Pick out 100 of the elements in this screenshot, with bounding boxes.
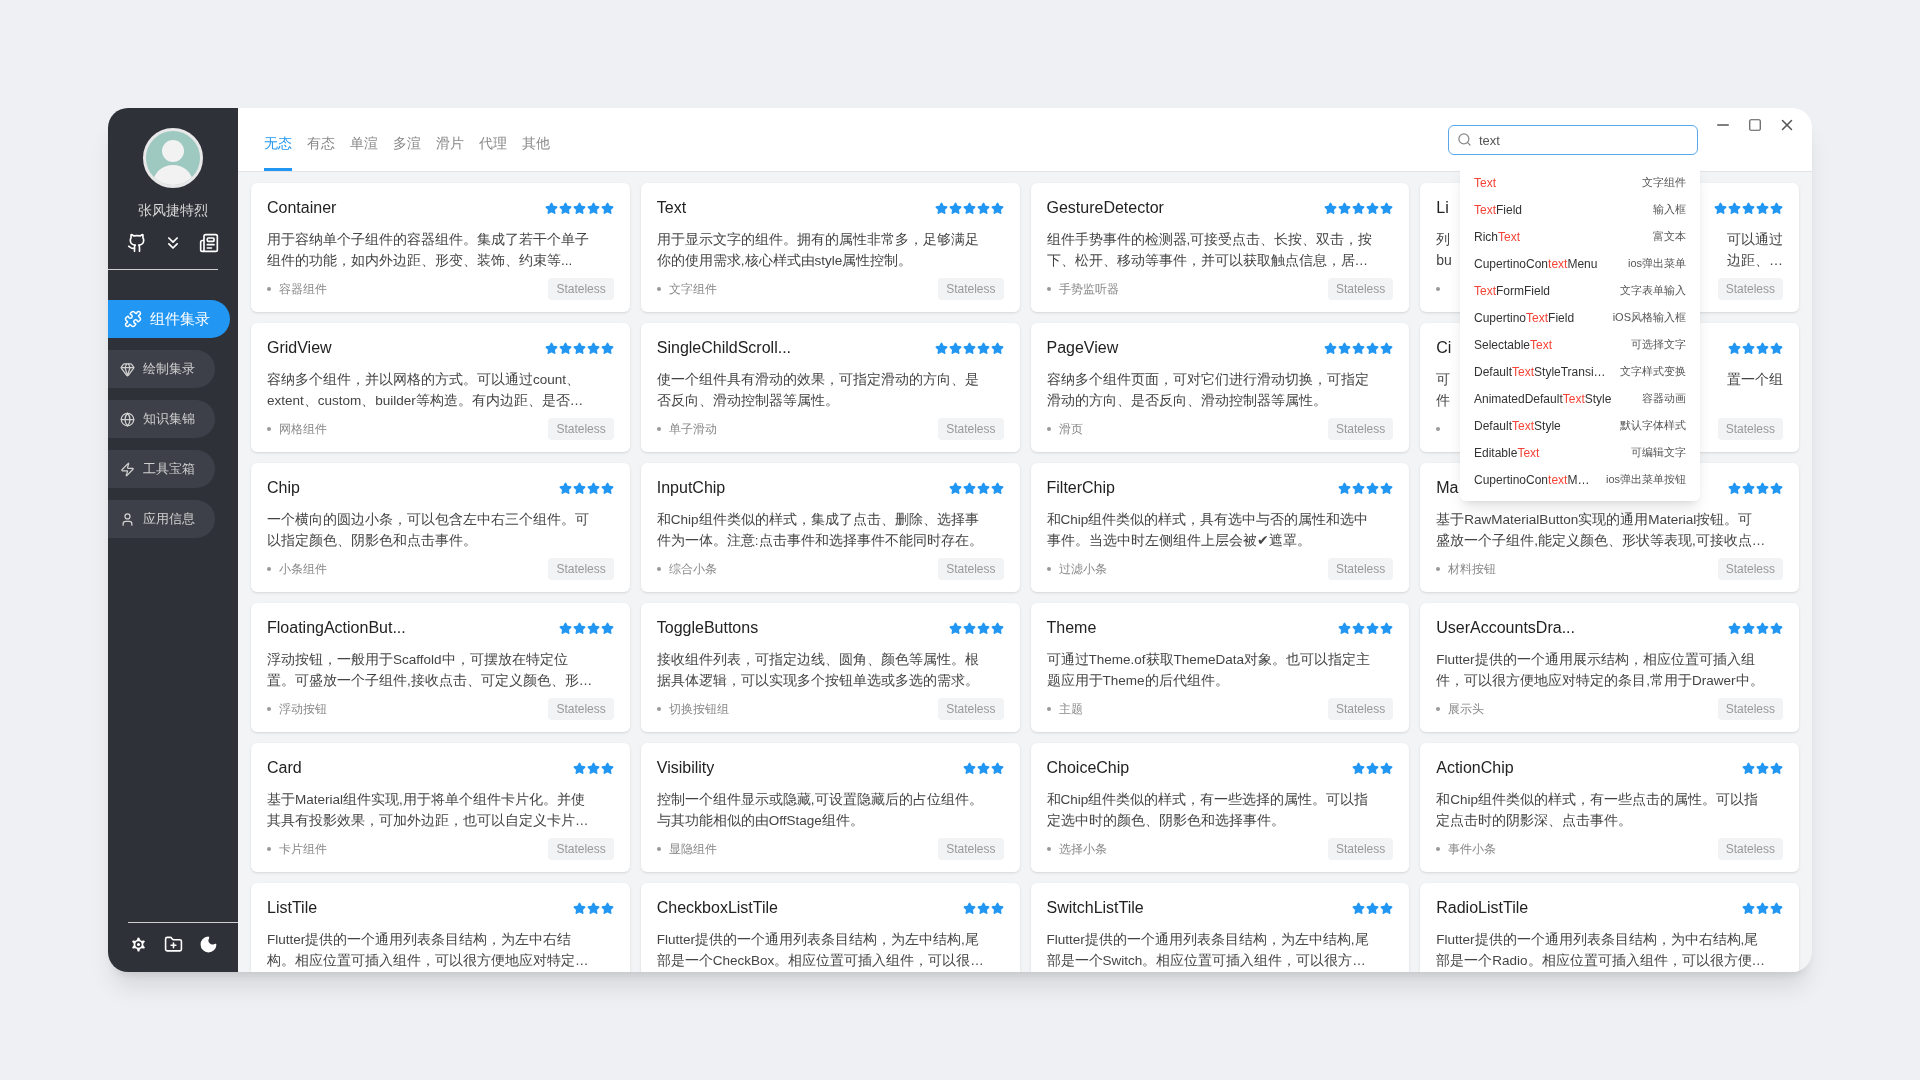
category-tag: 显隐组件 bbox=[668, 840, 717, 858]
widget-card[interactable]: Theme 可通过Theme.of获取ThemeData对象。也可以指定主 题应用于Theme的后代组件。 主题 Stateless bbox=[1030, 603, 1410, 732]
card-description: 置一个组 bbox=[1727, 370, 1783, 389]
widget-card[interactable]: UserAccountsDra... Flutter提供的一个通用展示结构，相应位置可插入组 件，可以很方便地应对特定的条目,常用于Drawer中。 展示头 Stateless bbox=[1420, 603, 1799, 732]
suggestion-item[interactable]: TextField 输入框 bbox=[1460, 196, 1700, 223]
stateless-badge: Stateless bbox=[548, 698, 614, 720]
star-icon bbox=[962, 761, 976, 775]
star-icon bbox=[962, 901, 976, 915]
star-icon bbox=[1770, 341, 1783, 355]
card-description: 你的使用需求,核心样式由style属性控制。 bbox=[656, 252, 914, 270]
category-tag: 展示头 bbox=[1448, 700, 1485, 718]
star-icon bbox=[976, 341, 990, 355]
star-icon bbox=[976, 761, 990, 775]
suggestion-item[interactable]: DefaultTextStyle 默认字体样式 bbox=[1460, 412, 1700, 439]
suggestion-description: 可选择文字 bbox=[1631, 337, 1686, 353]
category-tab[interactable]: 有态 bbox=[307, 133, 335, 171]
star-icon bbox=[1742, 201, 1755, 215]
widget-card[interactable]: ListTile Flutter提供的一个通用列表条目结构，为左中右结 构。相应位置可插入组件，可以很方便地应对特定… bbox=[251, 883, 630, 972]
category-tab[interactable]: 单渲 bbox=[350, 133, 378, 171]
widget-card[interactable]: Card 基于Material组件实现,用于将单个组件卡片化。并使 其具有投影效果，可加外边距，也可以自定义卡片… 卡片组件 Stateless bbox=[251, 743, 630, 872]
card-description: Flutter提供的一个通用列表条目结构，为左中结构,尾 bbox=[656, 931, 980, 949]
lightning-icon bbox=[120, 461, 135, 477]
suggestion-item[interactable]: CupertinoContextM… ios弹出菜单按钮 bbox=[1460, 466, 1700, 493]
suggestion-item[interactable]: TextFormField 文字表单输入 bbox=[1460, 277, 1700, 304]
stateless-badge: Stateless bbox=[1327, 278, 1394, 300]
card-description: 组件手势事件的检测器,可接受点击、长按、双击，按 bbox=[1046, 231, 1374, 249]
suggestion-description: 富文本 bbox=[1653, 229, 1686, 245]
star-icon bbox=[1380, 481, 1394, 495]
card-description: 基于Material组件实现,用于将单个组件卡片化。并使 bbox=[267, 791, 586, 809]
star-icon bbox=[976, 901, 990, 915]
suggestion-description: 文字表单输入 bbox=[1620, 283, 1686, 299]
star-icon bbox=[1380, 621, 1394, 635]
stateless-badge: Stateless bbox=[938, 698, 1004, 720]
suggestion-item[interactable]: AnimatedDefaultTextStyle 容器动画 bbox=[1460, 385, 1700, 412]
widget-card[interactable]: PageView 容纳多个组件页面，可对它们进行滑动切换，可指定 滑动的方向、是否反向、滑动控制器等属性。 滑页 Stateless bbox=[1030, 323, 1410, 452]
nav-item[interactable]: 工具宝箱 bbox=[108, 450, 215, 488]
star-icon bbox=[948, 621, 962, 635]
widget-card[interactable]: GridView 容纳多个组件，并以网格的方式。可以通过count、 extent、custom、builder等构造。有内边距、是否… 网格组件 Stateless bbox=[251, 323, 630, 452]
suggestion-item[interactable]: EditableText 可编辑文字 bbox=[1460, 439, 1700, 466]
suggestion-item[interactable]: Text 文字组件 bbox=[1460, 169, 1700, 196]
star-icon bbox=[600, 621, 614, 635]
nav-item[interactable]: 知识集锦 bbox=[108, 400, 215, 438]
star-icon bbox=[586, 621, 600, 635]
card-description: 使一个组件具有滑动的效果，可指定滑动的方向、是 bbox=[656, 371, 980, 389]
star-icon bbox=[1366, 481, 1380, 495]
card-description: 组件的功能，如内外边距、形变、装饰、约束等... bbox=[267, 252, 574, 270]
star-icon bbox=[1366, 341, 1380, 355]
moon-icon[interactable] bbox=[198, 935, 218, 954]
widget-card[interactable]: Container 用于容纳单个子组件的容器组件。集成了若干个单子 组件的功能，如内外边距、形变、装饰、约束等... 容器组件 Stateless bbox=[251, 183, 630, 312]
card-title: InputChip bbox=[656, 478, 726, 498]
widget-card[interactable]: SingleChildScroll... 使一个组件具有滑动的效果，可指定滑动的方向、是 否反向、滑动控制器等属性。 单子滑动 Stateless bbox=[640, 323, 1020, 452]
card-description: 和Chip组件类似的样式，有一些选择的属性。可以指 bbox=[1046, 791, 1370, 809]
search-field[interactable]: text bbox=[1448, 125, 1698, 155]
suggestion-item[interactable]: CupertinoTextField iOS风格输入框 bbox=[1460, 304, 1700, 331]
suggestion-item[interactable]: DefaultTextStyleTransi… 文字样式变换 bbox=[1460, 358, 1700, 385]
card-title: Ci bbox=[1436, 338, 1452, 358]
category-tag: 浮动按钮 bbox=[279, 700, 327, 718]
widget-card[interactable]: SwitchListTile Flutter提供的一个通用列表条目结构，为左中结构,尾 部是一个Switch。相应位置可插入组件，可以很方… bbox=[1030, 883, 1410, 972]
bullet-icon bbox=[1436, 847, 1441, 851]
card-description: 可以通过 bbox=[1727, 230, 1783, 249]
category-tab[interactable]: 多渲 bbox=[393, 133, 421, 171]
widget-card[interactable]: ToggleButtons 接收组件列表，可指定边线、圆角、颜色等属性。根 据具体逻辑，可以实现多个按钮单选或多选的需求。 切换按钮组 Stateless bbox=[640, 603, 1020, 732]
widget-card[interactable]: FilterChip 和Chip组件类似的样式，具有选中与否的属性和选中 事件。当选中时左侧组件上层会被✔遮罩。 过滤小条 Stateless bbox=[1030, 463, 1410, 592]
widget-card[interactable]: GestureDetector 组件手势事件的检测器,可接受点击、长按、双击，按 下、松开、移动等事件，并可以获取触点信息，居… 手势监听器 Stateless bbox=[1030, 183, 1410, 312]
widget-card[interactable]: Visibility 控制一个组件显示或隐藏,可设置隐藏后的占位组件。 与其功能相似的由OffStage组件。 显隐组件 Stateless bbox=[640, 743, 1020, 872]
suggestion-item[interactable]: CupertinoContextMenu ios弹出菜单 bbox=[1460, 250, 1700, 277]
maximize-icon[interactable] bbox=[1748, 118, 1762, 132]
widget-card[interactable]: Text 用于显示文字的组件。拥有的属性非常多，足够满足 你的使用需求,核心样式由style属性控制。 文字组件 Stateless bbox=[640, 183, 1020, 312]
card-description: Flutter提供的一个通用列表条目结构，为中右结构,尾 bbox=[1436, 931, 1760, 949]
star-icon bbox=[948, 341, 962, 355]
news-icon[interactable] bbox=[199, 233, 219, 253]
suggestion-description: 文字样式变换 bbox=[1620, 364, 1686, 380]
star-icon bbox=[572, 201, 586, 215]
widget-card[interactable]: ActionChip 和Chip组件类似的样式，有一些点击的属性。可以指 定点击时的阴影深、点击事件。 事件小条 Stateless bbox=[1420, 743, 1799, 872]
star-icon bbox=[558, 621, 572, 635]
bullet-icon bbox=[1046, 287, 1051, 291]
github-icon[interactable] bbox=[127, 233, 147, 253]
card-title: CheckboxListTile bbox=[656, 898, 778, 918]
widget-card[interactable]: ChoiceChip 和Chip组件类似的样式，有一些选择的属性。可以指 定选中时的颜色、阴影色和选择事件。 选择小条 Stateless bbox=[1030, 743, 1410, 872]
card-title: Container bbox=[267, 198, 337, 218]
widget-card[interactable]: RadioListTile Flutter提供的一个通用列表条目结构，为中右结构,尾 部是一个Radio。相应位置可插入组件，可以很方便… bbox=[1420, 883, 1799, 972]
card-description: 和Chip组件类似的样式，具有选中与否的属性和选中 bbox=[1046, 511, 1370, 529]
folder-icon[interactable] bbox=[163, 935, 183, 954]
nav-item[interactable]: 应用信息 bbox=[108, 500, 215, 538]
star-icon bbox=[1756, 341, 1769, 355]
card-title: ToggleButtons bbox=[656, 618, 759, 638]
widget-card[interactable]: InputChip 和Chip组件类似的样式，集成了点击、删除、选择事 件为一体。注意:点击事件和选择事件不能同时存在。 综合小条 Stateless bbox=[640, 463, 1020, 592]
category-tab[interactable]: 代理 bbox=[479, 133, 507, 171]
nav-item[interactable]: 绘制集录 bbox=[108, 350, 215, 388]
widget-card[interactable]: FloatingActionBut... 浮动按钮，一般用于Scaffold中，可摆放在特定位 置。可盛放一个子组件,接收点击、可定义颜色、形… 浮动按钮 Stateless bbox=[251, 603, 630, 732]
category-tab[interactable]: 滑片 bbox=[436, 133, 464, 171]
category-tab[interactable]: 其他 bbox=[522, 133, 550, 171]
suggestion-item[interactable]: RichText 富文本 bbox=[1460, 223, 1700, 250]
bullet-icon bbox=[1436, 567, 1441, 571]
widget-card[interactable]: CheckboxListTile Flutter提供的一个通用列表条目结构，为左中结构,尾 部是一个CheckBox。相应位置可插入组件，可以很… bbox=[640, 883, 1020, 972]
gem-icon bbox=[120, 361, 135, 377]
search-icon bbox=[1457, 132, 1472, 147]
card-description: 定选中时的颜色、阴影色和选择事件。 bbox=[1046, 812, 1286, 830]
suggestion-item[interactable]: SelectableText 可选择文字 bbox=[1460, 331, 1700, 358]
widget-card[interactable]: Chip 一个横向的圆边小条，可以包含左中右三个组件。可 以指定颜色、阴影色和点击事件。 小条组件 Stateless bbox=[251, 463, 630, 592]
